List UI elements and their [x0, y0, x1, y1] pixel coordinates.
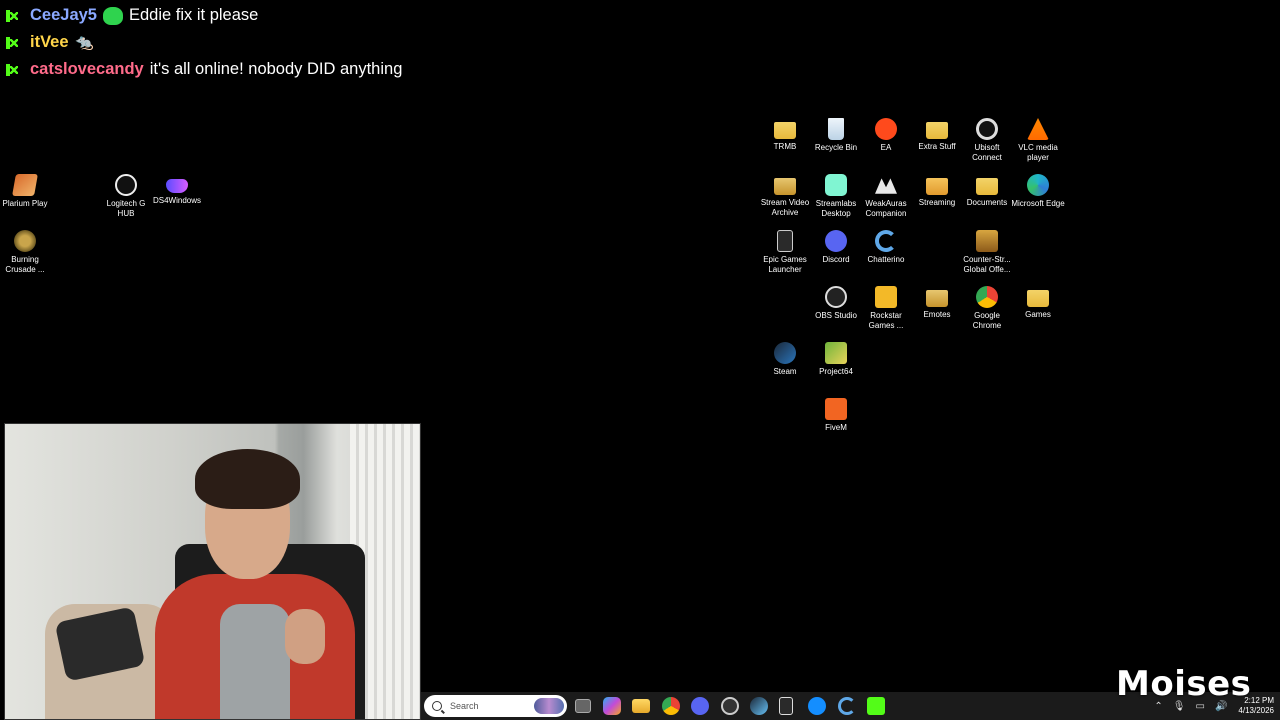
desktop-icon-obs-studio[interactable]: OBS Studio — [808, 286, 864, 321]
discord-icon[interactable] — [691, 697, 709, 715]
desktop-icon-google-chrome[interactable]: Google Chrome — [959, 286, 1015, 331]
recycle-bin-icon — [828, 118, 844, 140]
search-icon — [432, 701, 442, 711]
vlc-icon — [1027, 118, 1049, 140]
desktop-icon-plarium-play[interactable]: Plarium Play — [0, 174, 53, 209]
kick-badge-icon — [6, 63, 18, 76]
desktop-icon-recycle-bin[interactable]: Recycle Bin — [808, 118, 864, 153]
kick-badge-icon — [6, 9, 18, 22]
folder-icon — [774, 178, 796, 195]
desktop-icon-games[interactable]: Games — [1010, 286, 1066, 320]
chat-text: it's all online! nobody DID anything — [149, 60, 403, 78]
folder-icon — [774, 122, 796, 139]
folder-icon — [926, 122, 948, 139]
kick-badge-icon — [6, 36, 18, 49]
battlenet-icon[interactable] — [808, 697, 826, 715]
chat-username: CeeJay5 — [30, 6, 97, 24]
webcam-streamer-hair — [195, 449, 300, 509]
green-blob-emote-icon — [102, 6, 123, 25]
chat-username: catslovecandy — [30, 60, 144, 78]
desktop-icon-epic-games[interactable]: Epic Games Launcher — [757, 230, 813, 275]
moises-watermark: Moises — [1116, 664, 1252, 704]
desktop-icon-counter-strike[interactable]: Counter-Str... Global Offe... — [959, 230, 1015, 275]
chat-message: catslovecandy it's all online! nobody DI… — [6, 56, 402, 83]
logitech-icon — [115, 174, 137, 196]
desktop-icon-chatterino[interactable]: Chatterino — [858, 230, 914, 265]
chatterino-icon — [875, 230, 897, 252]
folder-icon — [926, 178, 948, 195]
webcam-streamer-tanktop — [220, 604, 290, 719]
desktop-icon-project64[interactable]: Project64 — [808, 342, 864, 377]
webcam-streamer-hand — [285, 609, 325, 664]
desktop-icon-weakauras[interactable]: WeakAuras Companion — [858, 174, 914, 219]
task-view-icon[interactable] — [575, 699, 591, 713]
desktop-icon-steam[interactable]: Steam — [757, 342, 813, 377]
clock-date: 4/13/2026 — [1238, 706, 1274, 715]
epic-icon — [777, 230, 793, 252]
desktop-icon-ubisoft-connect[interactable]: Ubisoft Connect — [959, 118, 1015, 163]
obs-icon[interactable] — [721, 697, 739, 715]
file-explorer-icon[interactable] — [632, 699, 650, 713]
plarium-icon — [12, 174, 38, 196]
desktop-icon-streaming[interactable]: Streaming — [909, 174, 965, 208]
streamlabs-icon — [825, 174, 847, 196]
weakauras-icon — [875, 178, 897, 194]
chat-overlay: CeeJay5 Eddie fix it please itVee 🐀 cats… — [6, 2, 402, 83]
desktop-icon-ea[interactable]: EA — [858, 118, 914, 153]
ea-icon — [875, 118, 897, 140]
desktop-icon-extra-stuff[interactable]: Extra Stuff — [909, 118, 965, 152]
search-placeholder: Search — [450, 701, 479, 711]
desktop-icon-microsoft-edge[interactable]: Microsoft Edge — [1010, 174, 1066, 209]
desktop-icon-documents[interactable]: Documents — [959, 174, 1015, 208]
webcam-feed — [4, 423, 421, 720]
rat-emote-icon: 🐀 — [75, 33, 94, 51]
folder-icon — [976, 178, 998, 195]
ubisoft-icon — [976, 118, 998, 140]
gamepad-icon — [166, 179, 188, 193]
rockstar-icon — [875, 286, 897, 308]
desktop-icon-vlc[interactable]: VLC media player — [1010, 118, 1066, 163]
csgo-icon — [976, 230, 998, 252]
obs-icon — [825, 286, 847, 308]
search-highlight-art — [534, 698, 564, 714]
desktop-icon-streamlabs[interactable]: Streamlabs Desktop — [808, 174, 864, 219]
chatterino-icon[interactable] — [838, 697, 856, 715]
chat-username: itVee — [30, 33, 69, 51]
desktop-icon-fivem[interactable]: FiveM — [808, 398, 864, 433]
epic-icon[interactable] — [779, 697, 793, 715]
chat-message: itVee 🐀 — [6, 29, 402, 56]
desktop-icon-rockstar-games[interactable]: Rockstar Games ... — [858, 286, 914, 331]
desktop-icon-stream-video-archive[interactable]: Stream Video Archive — [757, 174, 813, 218]
wow-icon — [14, 230, 36, 252]
chat-text: Eddie fix it please — [128, 6, 259, 24]
kick-icon[interactable] — [867, 697, 885, 715]
copilot-icon[interactable] — [603, 697, 621, 715]
taskbar-search-box[interactable]: Search — [424, 695, 567, 717]
desktop-icon-ds4windows[interactable]: DS4Windows — [149, 174, 205, 206]
fivem-icon — [825, 398, 847, 420]
desktop-icon-logitech-g-hub[interactable]: Logitech G HUB — [98, 174, 154, 219]
desktop-icon-trmb[interactable]: TRMB — [757, 118, 813, 152]
chrome-icon[interactable] — [662, 697, 680, 715]
desktop-icon-discord[interactable]: Discord — [808, 230, 864, 265]
edge-icon — [1027, 174, 1049, 196]
chrome-icon — [976, 286, 998, 308]
chat-message: CeeJay5 Eddie fix it please — [6, 2, 402, 29]
folder-icon — [1027, 290, 1049, 307]
folder-icon — [926, 290, 948, 307]
discord-icon — [825, 230, 847, 252]
desktop-icon-burning-crusade[interactable]: Burning Crusade ... — [0, 230, 53, 275]
project64-icon — [825, 342, 847, 364]
steam-icon[interactable] — [750, 697, 768, 715]
steam-icon — [774, 342, 796, 364]
desktop-icon-emotes[interactable]: Emotes — [909, 286, 965, 320]
